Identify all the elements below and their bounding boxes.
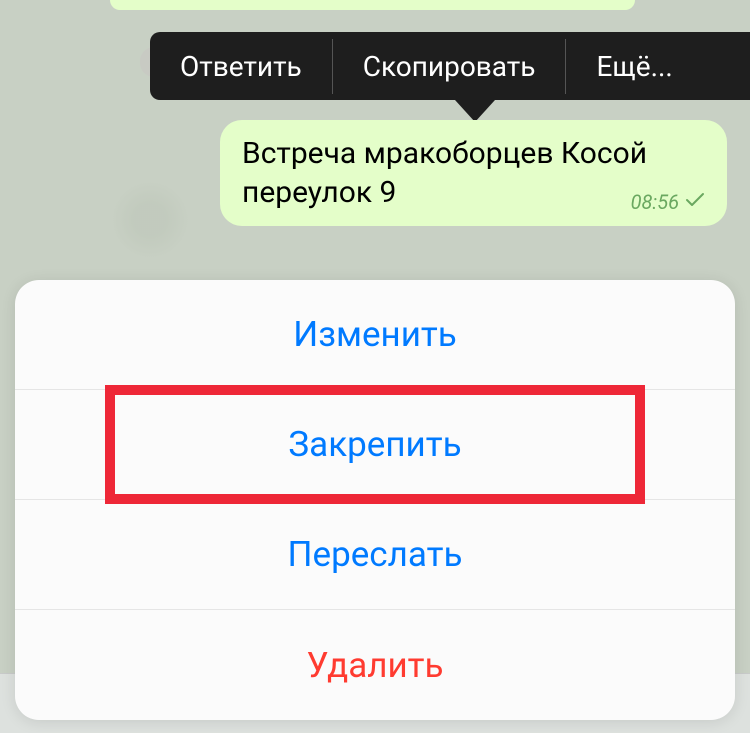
action-sheet: Изменить Закрепить Переслать Удалить [15,280,735,720]
check-icon [685,192,705,212]
action-forward-button[interactable]: Переслать [15,500,735,610]
message-bubble[interactable]: Встреча мракоборцев Косой переулок 9 08:… [220,120,727,226]
action-pin-button[interactable]: Закрепить [15,390,735,500]
action-edit-label: Изменить [293,314,456,355]
action-edit-button[interactable]: Изменить [15,280,735,390]
message-time: 08:56 [631,190,679,214]
prev-message-bubble [110,0,635,10]
menu-copy-button[interactable]: Скопировать [333,48,566,84]
action-forward-label: Переслать [288,534,463,575]
action-delete-label: Удалить [306,645,443,686]
menu-reply-button[interactable]: Ответить [150,48,332,84]
context-menu-bar: Ответить Скопировать Ещё... [150,32,750,100]
menu-more-button[interactable]: Ещё... [566,48,702,84]
action-delete-button[interactable]: Удалить [15,610,735,720]
action-pin-label: Закрепить [288,424,461,465]
menu-pointer-icon [455,100,495,122]
